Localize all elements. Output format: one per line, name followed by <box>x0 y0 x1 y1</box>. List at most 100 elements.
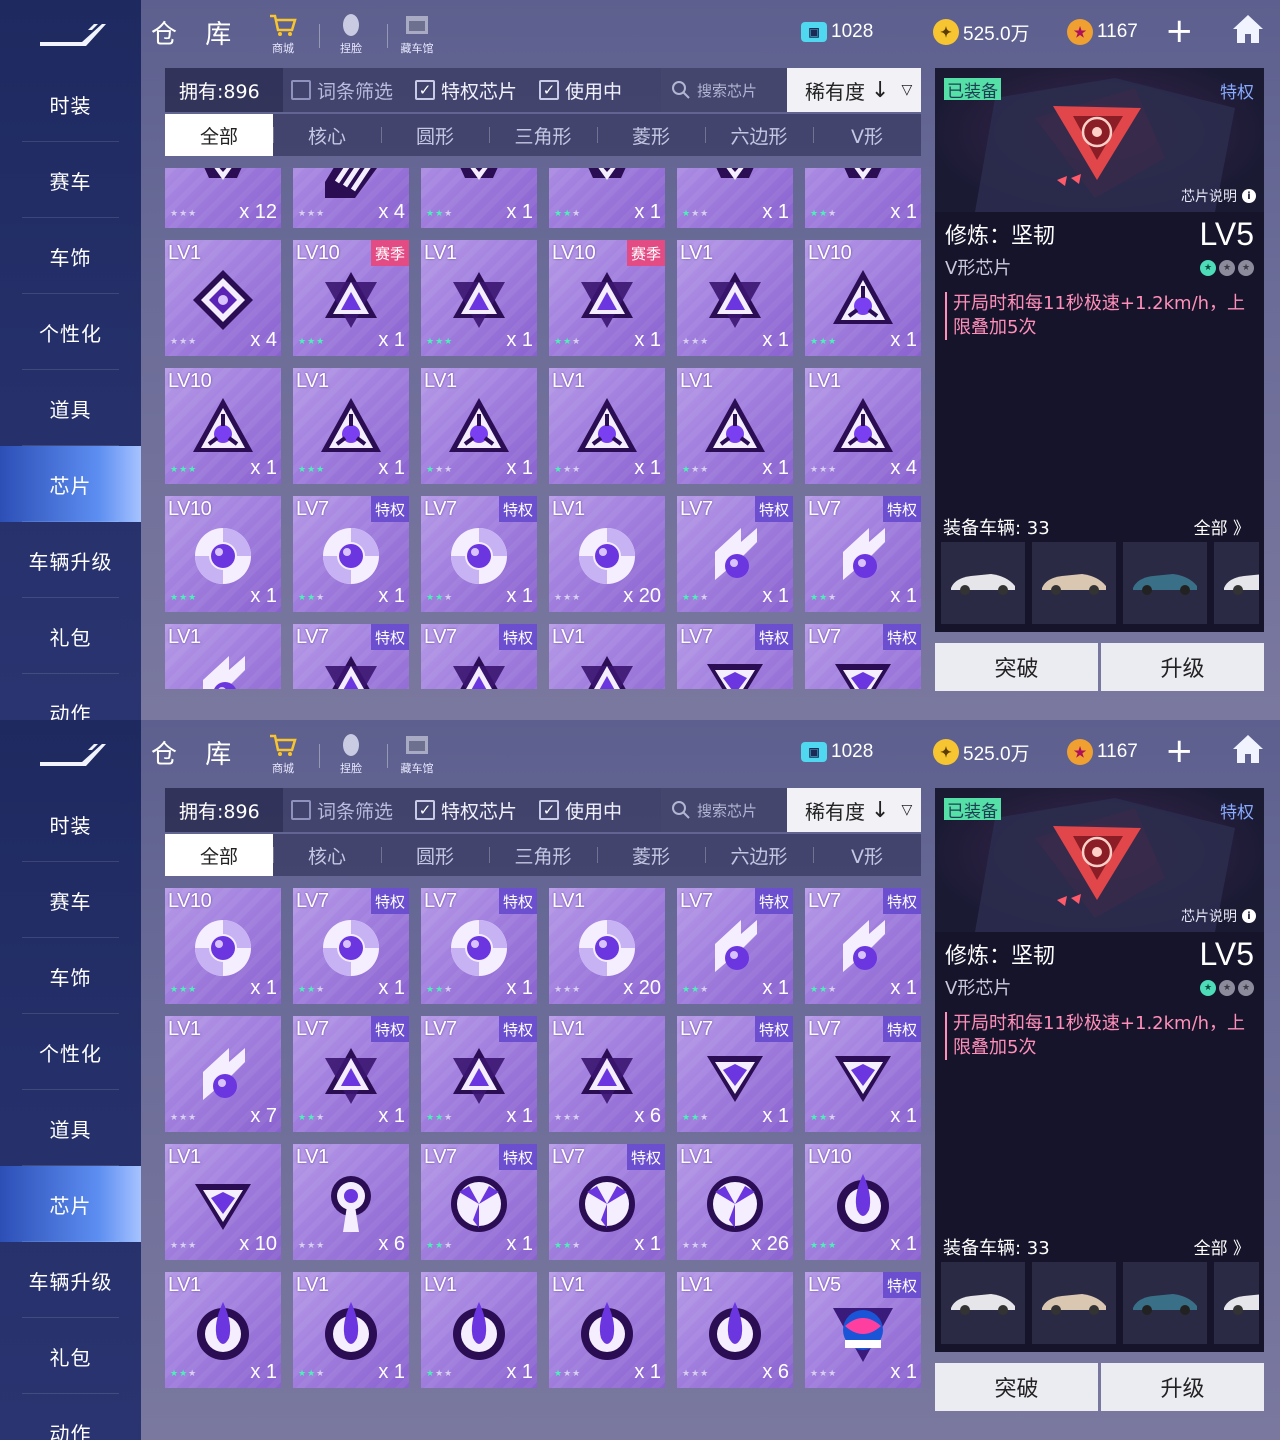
sidebar-item-5[interactable]: 芯片 <box>0 1166 141 1242</box>
chip-card[interactable]: LV7特权★★★ <box>421 624 537 689</box>
chip-card[interactable]: LV7 特权 ★★★ x 1 <box>805 1016 921 1132</box>
home-icon[interactable] <box>1231 732 1265 766</box>
chip-card[interactable]: ★★★ x 12 <box>165 168 281 228</box>
shop-button[interactable]: 商城 <box>255 12 311 58</box>
chip-card[interactable]: ★★★ x 1 <box>805 168 921 228</box>
chip-card[interactable]: LV10 ★★★ x 1 <box>165 496 281 612</box>
chip-card[interactable]: LV1★★★ <box>165 624 281 689</box>
sidebar-item-3[interactable]: 个性化 <box>0 1014 141 1090</box>
entry-filter-checkbox[interactable]: 词条筛选 <box>291 797 393 824</box>
chip-card[interactable]: ★★★ x 4 <box>293 168 409 228</box>
sidebar-item-4[interactable]: 道具 <box>0 370 141 446</box>
sidebar-item-2[interactable]: 车饰 <box>0 218 141 294</box>
vehicle-thumbnail[interactable] <box>941 1262 1025 1344</box>
chip-card[interactable]: LV7特权★★★ <box>677 624 793 689</box>
tab-diamond[interactable]: 菱形 <box>597 114 705 156</box>
sidebar-item-2[interactable]: 车饰 <box>0 938 141 1014</box>
chip-card[interactable]: LV7 特权 ★★★ x 1 <box>421 1016 537 1132</box>
breakthrough-button[interactable]: 突破 <box>935 1363 1098 1411</box>
sidebar-item-6[interactable]: 车辆升级 <box>0 522 141 598</box>
in-use-checkbox[interactable]: ✓ 使用中 <box>539 77 622 104</box>
tab-v-shape[interactable]: V形 <box>813 114 921 156</box>
search-input[interactable]: 搜索芯片 <box>661 68 787 112</box>
chip-card[interactable]: LV7 特权 ★★★ x 1 <box>293 888 409 1004</box>
tab-v-shape[interactable]: V形 <box>813 834 921 876</box>
upgrade-button[interactable]: 升级 <box>1101 643 1264 691</box>
chip-card[interactable]: LV1 ★★★ x 26 <box>677 1144 793 1260</box>
chip-card[interactable]: LV7 特权 ★★★ x 1 <box>677 1016 793 1132</box>
chip-card[interactable]: LV7 特权 ★★★ x 1 <box>549 1144 665 1260</box>
view-all-vehicles-link[interactable]: 全部 》 <box>1194 514 1250 539</box>
sort-dropdown[interactable]: 稀有度 ↓ ▽ <box>787 68 921 112</box>
vehicle-thumbnail[interactable] <box>1123 542 1207 624</box>
chip-card[interactable]: LV10 ★★★ x 1 <box>805 240 921 356</box>
sidebar-item-7[interactable]: 礼包 <box>0 598 141 674</box>
chip-card[interactable]: LV1 ★★★ x 4 <box>165 240 281 356</box>
chip-card[interactable]: LV1 ★★★ x 7 <box>165 1016 281 1132</box>
vehicle-thumbnail[interactable] <box>1214 542 1259 624</box>
chip-card[interactable]: LV1★★★ <box>549 624 665 689</box>
tab-hexagon[interactable]: 六边形 <box>705 114 813 156</box>
sidebar-item-1[interactable]: 赛车 <box>0 862 141 938</box>
sidebar-item-5[interactable]: 芯片 <box>0 446 141 522</box>
entry-filter-checkbox[interactable]: 词条筛选 <box>291 77 393 104</box>
chip-card[interactable]: LV1 ★★★ x 1 <box>677 240 793 356</box>
tab-diamond[interactable]: 菱形 <box>597 834 705 876</box>
chip-card[interactable]: LV1 ★★★ x 1 <box>549 368 665 484</box>
chip-card[interactable]: LV7 特权 ★★★ x 1 <box>677 888 793 1004</box>
chip-card[interactable]: LV7特权★★★ <box>293 624 409 689</box>
tab-all[interactable]: 全部 <box>165 114 273 156</box>
chip-card[interactable]: LV10 ★★★ x 1 <box>805 1144 921 1260</box>
chip-card[interactable]: LV1 ★★★ x 1 <box>421 1272 537 1388</box>
chip-card[interactable]: LV1 ★★★ x 20 <box>549 888 665 1004</box>
chip-card[interactable]: LV1 ★★★ x 6 <box>549 1016 665 1132</box>
tab-hexagon[interactable]: 六边形 <box>705 834 813 876</box>
tab-all[interactable]: 全部 <box>165 834 273 876</box>
sidebar-item-8[interactable]: 动作 <box>0 674 141 721</box>
chip-card[interactable]: LV1 ★★★ x 6 <box>677 1272 793 1388</box>
chip-card[interactable]: ★★★ x 1 <box>549 168 665 228</box>
chip-card[interactable]: LV7 特权 ★★★ x 1 <box>293 1016 409 1132</box>
privilege-chips-checkbox[interactable]: ✓ 特权芯片 <box>415 77 517 104</box>
chip-card[interactable]: LV10 赛季 ★★★ x 1 <box>549 240 665 356</box>
chip-card[interactable]: LV10 ★★★ x 1 <box>165 368 281 484</box>
garage-button[interactable]: 藏车馆 <box>389 732 445 778</box>
tab-core[interactable]: 核心 <box>273 114 381 156</box>
vehicle-thumbnail[interactable] <box>941 542 1025 624</box>
sidebar-item-3[interactable]: 个性化 <box>0 294 141 370</box>
sidebar-item-1[interactable]: 赛车 <box>0 142 141 218</box>
sidebar-item-0[interactable]: 时装 <box>0 786 141 862</box>
chip-card[interactable]: ★★★ x 1 <box>421 168 537 228</box>
chip-card[interactable]: LV1 ★★★ x 6 <box>293 1144 409 1260</box>
chip-card[interactable]: LV7 特权 ★★★ x 1 <box>421 496 537 612</box>
chip-card[interactable]: LV7 特权 ★★★ x 1 <box>805 888 921 1004</box>
chip-card[interactable]: LV1 ★★★ x 1 <box>421 240 537 356</box>
sidebar-item-0[interactable]: 时装 <box>0 66 141 142</box>
upgrade-button[interactable]: 升级 <box>1101 1363 1264 1411</box>
chip-card[interactable]: LV1 ★★★ x 1 <box>549 1272 665 1388</box>
chip-card[interactable]: LV1 ★★★ x 1 <box>421 368 537 484</box>
chip-card[interactable]: LV10 赛季 ★★★ x 1 <box>293 240 409 356</box>
breakthrough-button[interactable]: 突破 <box>935 643 1098 691</box>
chip-card[interactable]: LV1 ★★★ x 1 <box>677 368 793 484</box>
add-currency-button[interactable]: + <box>1165 14 1194 48</box>
tab-triangle[interactable]: 三角形 <box>489 834 597 876</box>
vehicle-thumbnail[interactable] <box>1032 542 1116 624</box>
chip-description-link[interactable]: 芯片说明 i <box>1181 186 1256 206</box>
tab-circle[interactable]: 圆形 <box>381 114 489 156</box>
chip-card[interactable]: LV5 特权 ★★★ x 1 <box>805 1272 921 1388</box>
chip-card[interactable]: LV7 特权 ★★★ x 1 <box>805 496 921 612</box>
sidebar-item-6[interactable]: 车辆升级 <box>0 1242 141 1318</box>
sidebar-item-4[interactable]: 道具 <box>0 1090 141 1166</box>
vehicle-thumbnail[interactable] <box>1214 1262 1259 1344</box>
vehicle-thumbnail[interactable] <box>1123 1262 1207 1344</box>
chip-card[interactable]: LV7 特权 ★★★ x 1 <box>677 496 793 612</box>
chip-card[interactable]: LV7特权★★★ <box>805 624 921 689</box>
chip-card[interactable]: LV7 特权 ★★★ x 1 <box>421 888 537 1004</box>
chip-card[interactable]: LV7 特权 ★★★ x 1 <box>421 1144 537 1260</box>
chip-card[interactable]: LV7 特权 ★★★ x 1 <box>293 496 409 612</box>
privilege-chips-checkbox[interactable]: ✓ 特权芯片 <box>415 797 517 824</box>
add-currency-button[interactable]: + <box>1165 734 1194 768</box>
sort-dropdown[interactable]: 稀有度 ↓ ▽ <box>787 788 921 832</box>
chip-card[interactable]: LV1 ★★★ x 1 <box>293 368 409 484</box>
